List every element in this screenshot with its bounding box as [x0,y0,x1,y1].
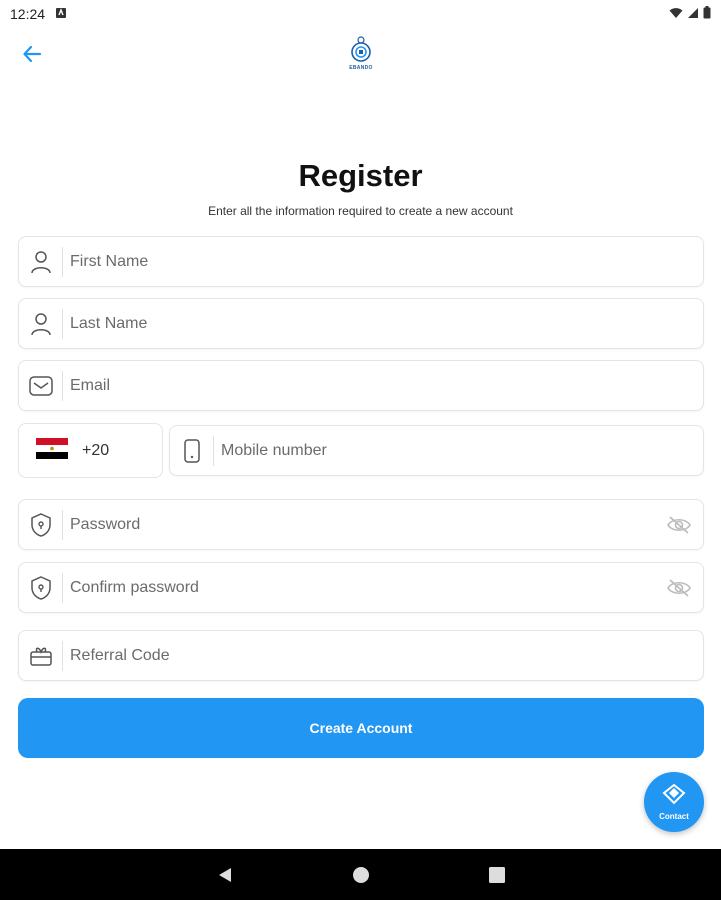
referral-code-field[interactable]: Referral Code [18,630,704,681]
nav-home-button[interactable] [349,863,373,887]
user-icon [19,246,63,277]
password-placeholder: Password [70,515,141,533]
mobile-placeholder: Mobile number [221,441,327,459]
app-logo: EBANDO [341,36,381,76]
email-placeholder: Email [70,376,111,394]
signal-icon [687,6,699,22]
system-nav-bar [0,849,721,900]
email-field[interactable]: Email [18,360,704,411]
eye-off-icon[interactable] [655,578,703,598]
contact-label: Contact [659,812,689,821]
notification-icon [55,6,67,22]
status-time: 12:24 [10,6,46,22]
battery-icon [703,6,711,22]
nav-recents-button[interactable] [485,863,509,887]
phone-icon [170,435,214,466]
envelope-icon [19,370,63,401]
back-button[interactable] [18,42,46,70]
confirm-password-placeholder: Confirm password [70,578,199,596]
logo-text: EBANDO [349,65,373,71]
confirm-password-field[interactable]: Confirm password [18,562,704,613]
referral-code-placeholder: Referral Code [70,646,170,664]
shield-lock-icon [19,572,63,603]
nav-back-button[interactable] [213,863,237,887]
country-code-selector[interactable]: +20 [18,423,163,478]
egypt-flag-icon [36,437,68,464]
first-name-field[interactable]: First Name [18,236,704,287]
create-account-button[interactable]: Create Account [18,698,704,758]
eye-off-icon[interactable] [655,515,703,535]
last-name-placeholder: Last Name [70,314,148,332]
contact-fab[interactable]: Contact [644,772,704,832]
gift-icon [19,640,63,671]
last-name-field[interactable]: Last Name [18,298,704,349]
page-subtitle: Enter all the information required to cr… [208,204,513,218]
status-bar: 12:24 [0,0,721,28]
user-icon [19,308,63,339]
logo-emblem-icon [351,36,371,62]
page-title: Register [298,158,423,193]
arrow-left-icon [21,43,43,70]
wifi-icon [669,6,683,22]
password-field[interactable]: Password [18,499,704,550]
shield-lock-icon [19,509,63,540]
country-code: +20 [82,441,110,459]
mobile-field[interactable]: Mobile number [169,425,704,476]
first-name-placeholder: First Name [70,252,149,270]
status-indicators [669,6,711,22]
handshake-icon [661,783,687,810]
